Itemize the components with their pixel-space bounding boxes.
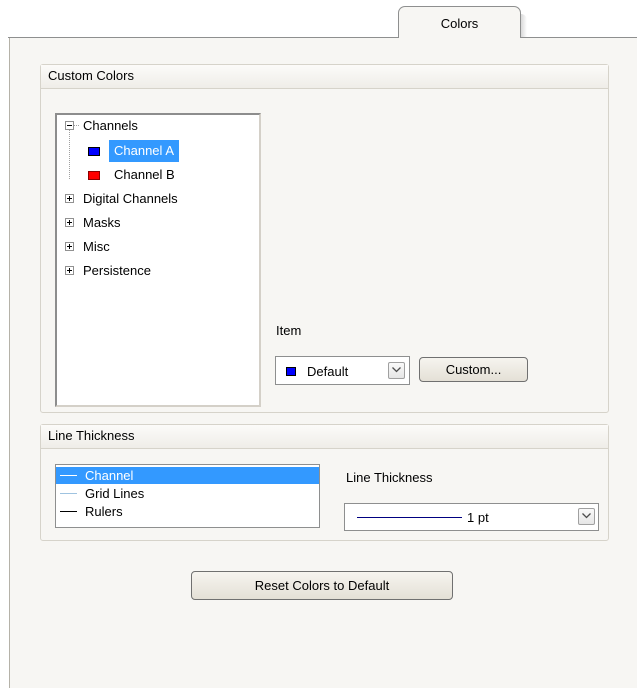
list-item-rulers[interactable]: Rulers	[56, 503, 319, 520]
expand-icon[interactable]	[65, 194, 74, 203]
thickness-select[interactable]: 1 pt	[344, 503, 599, 531]
tree-node-label: Misc	[83, 239, 110, 254]
list-item-label: Rulers	[85, 504, 123, 519]
collapse-icon[interactable]	[65, 121, 74, 130]
tree-node-label: Digital Channels	[83, 191, 178, 206]
custom-colors-header: Custom Colors	[41, 65, 608, 89]
thickness-line-sample-icon	[357, 517, 462, 518]
expand-icon[interactable]	[65, 218, 74, 227]
chevron-down-icon[interactable]	[388, 362, 405, 379]
tree-node-channel-b[interactable]: Channel B	[57, 164, 257, 186]
tab-shadow	[521, 14, 527, 38]
thickness-label: Line Thickness	[346, 470, 433, 485]
list-item-label: Channel	[85, 468, 134, 483]
list-item-label: Grid Lines	[85, 486, 145, 501]
tree-node-digital-channels[interactable]: Digital Channels	[57, 188, 257, 210]
line-sample-icon	[60, 511, 77, 512]
color-item-tree[interactable]: Channels Channel A Channel B Digital Cha…	[55, 113, 261, 407]
item-label: Item	[276, 323, 302, 338]
tree-node-label: Persistence	[83, 263, 151, 278]
tree-node-misc[interactable]: Misc	[57, 236, 257, 258]
thickness-select-value: 1 pt	[467, 510, 489, 525]
line-sample-icon	[60, 475, 77, 476]
line-sample-icon	[60, 493, 77, 494]
tree-node-label: Channel B	[114, 167, 175, 182]
expand-icon[interactable]	[65, 266, 74, 275]
tree-node-label: Masks	[83, 215, 121, 230]
color-swatch-icon	[88, 147, 100, 156]
line-item-list[interactable]: Channel Grid Lines Rulers	[55, 464, 320, 528]
item-color-select[interactable]: Default	[275, 356, 410, 385]
reset-colors-button[interactable]: Reset Colors to Default	[191, 571, 453, 600]
tree-node-persistence[interactable]: Persistence	[57, 260, 257, 282]
chevron-down-icon[interactable]	[578, 508, 595, 525]
list-item-grid-lines[interactable]: Grid Lines	[56, 485, 319, 502]
tree-node-label: Channel A	[109, 140, 179, 162]
tree-node-channels[interactable]: Channels	[57, 115, 257, 137]
expand-icon[interactable]	[65, 242, 74, 251]
line-thickness-header: Line Thickness	[41, 425, 608, 449]
color-swatch-icon	[88, 171, 100, 180]
item-select-value: Default	[307, 364, 349, 379]
tree-node-channel-a[interactable]: Channel A	[57, 140, 257, 162]
list-item-channel[interactable]: Channel	[56, 467, 319, 484]
tree-node-masks[interactable]: Masks	[57, 212, 257, 234]
custom-button[interactable]: Custom...	[419, 357, 528, 382]
tree-node-label: Channels	[83, 118, 138, 133]
color-swatch-icon	[286, 367, 296, 376]
tree-connector-icon	[74, 125, 80, 126]
tab-colors[interactable]: Colors	[398, 6, 521, 38]
